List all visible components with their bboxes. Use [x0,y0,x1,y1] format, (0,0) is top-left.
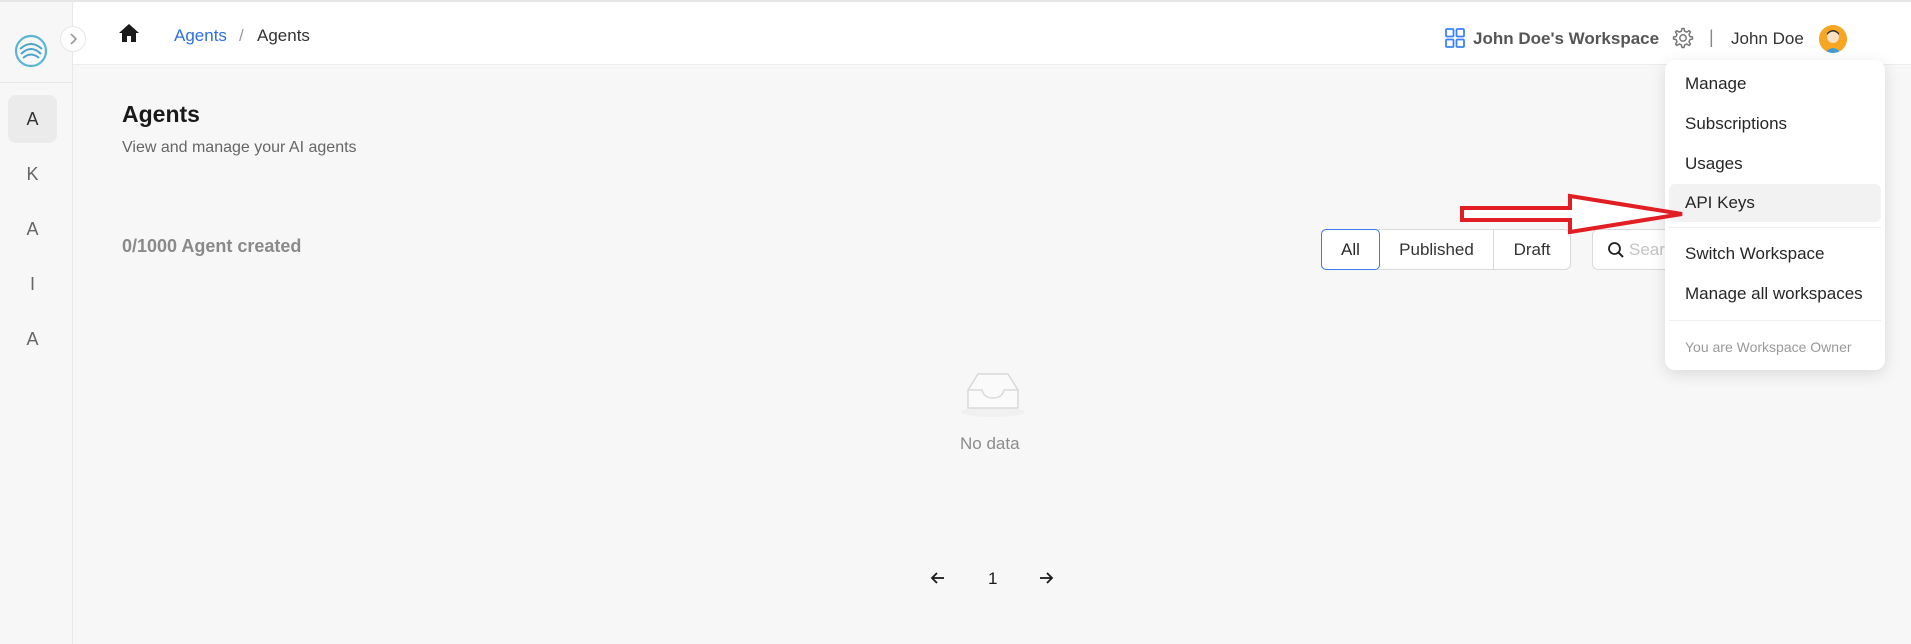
empty-state-text: No data [960,434,1020,453]
search-icon [1608,242,1624,258]
header-divider: | [1709,27,1714,47]
next-page-arrow-icon[interactable] [1034,566,1058,590]
user-avatar-icon [1819,25,1847,53]
sidebar-item-3[interactable]: A [8,205,57,253]
sidebar: A K A I A [0,2,73,644]
previous-page-arrow-icon[interactable] [926,566,950,590]
account-dropdown-menu: Manage Subscriptions Usages API Keys Swi… [1665,60,1885,370]
menu-divider [1669,320,1881,321]
page-title: Agents [122,101,200,127]
menu-item-subscriptions[interactable]: Subscriptions [1669,105,1881,143]
home-icon[interactable] [118,22,140,44]
user-name[interactable]: John Doe [1731,29,1804,49]
sidebar-item-5[interactable]: A [8,315,57,363]
menu-item-api-keys[interactable]: API Keys [1669,184,1881,222]
agent-count: 0/1000 Agent created [122,236,302,256]
empty-inbox-icon [961,373,1025,417]
sidebar-item-1[interactable]: A [8,95,57,143]
sidebar-item-2[interactable]: K [8,150,57,198]
menu-item-manage[interactable]: Manage [1669,65,1881,103]
workspace-grid-icon[interactable] [1445,28,1465,48]
pagination-current-page[interactable]: 1 [988,569,997,589]
breadcrumb-separator: / [239,26,244,45]
page-subtitle: View and manage your AI agents [122,139,357,156]
menu-divider [1669,227,1881,228]
avatar[interactable] [1819,25,1847,53]
workspace-owner-note: You are Workspace Owner [1685,339,1852,355]
app-logo-icon[interactable] [14,34,48,68]
sidebar-expand-button[interactable] [60,26,86,52]
breadcrumb-current: Agents [257,26,310,45]
filter-all-button[interactable]: All [1321,229,1380,270]
chevron-right-icon [70,33,78,45]
menu-item-usages[interactable]: Usages [1669,145,1881,183]
sidebar-item-4[interactable]: I [8,260,57,308]
annotation-arrow-icon [1460,193,1683,235]
gear-icon[interactable] [1670,26,1694,50]
menu-item-switch-workspace[interactable]: Switch Workspace [1669,235,1881,273]
breadcrumb-agents-link[interactable]: Agents [174,26,227,46]
workspace-name[interactable]: John Doe's Workspace [1473,29,1659,49]
menu-item-manage-all-workspaces[interactable]: Manage all workspaces [1669,275,1881,313]
sidebar-divider [0,82,73,83]
top-header: Agents / Agents John Doe's Workspace | J… [73,2,1911,65]
